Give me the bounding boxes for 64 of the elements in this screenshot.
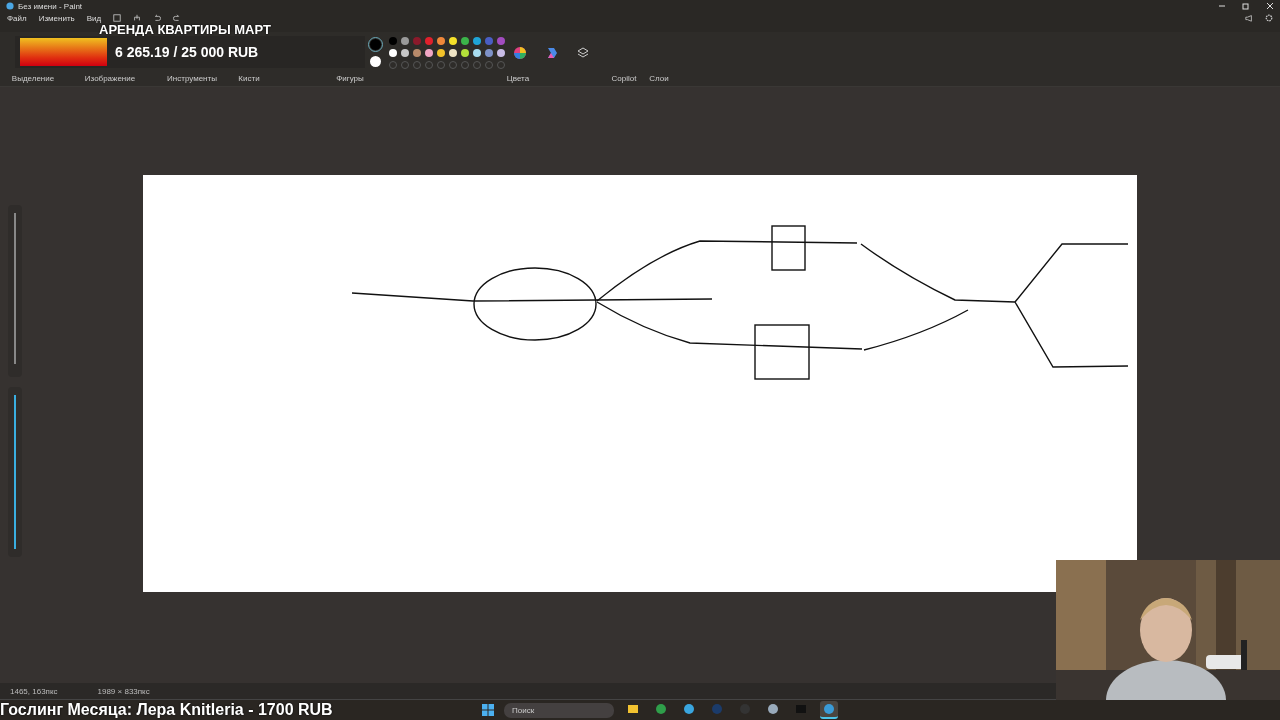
round-app-icon <box>823 703 835 715</box>
color-swatch[interactable] <box>425 37 433 45</box>
zoom-slider[interactable] <box>8 205 22 377</box>
window-title: Без имени - Paint <box>18 1 83 11</box>
canvas-size: 1989 × 833пкс <box>97 686 150 696</box>
round-app-icon <box>683 703 695 715</box>
megaphone-icon[interactable] <box>1245 14 1253 22</box>
ribbon-group-label: Copilot <box>610 74 638 85</box>
restore-icon[interactable] <box>1242 2 1250 10</box>
color-swatch[interactable] <box>497 49 505 57</box>
color-swatch[interactable] <box>473 49 481 57</box>
copilot-icon[interactable] <box>545 46 559 60</box>
color-swatch[interactable] <box>461 49 469 57</box>
round-app-icon <box>767 703 779 715</box>
color-swatch[interactable] <box>413 49 421 57</box>
color-swatch[interactable] <box>425 49 433 57</box>
ribbon-group-label: Кисти <box>237 74 261 85</box>
share-icon[interactable] <box>133 14 142 22</box>
ticker-text: Гослинг Месяца: Лера Knitleria - 1700 RUB <box>0 701 333 719</box>
ribbon-group-label: Инструменты <box>166 74 218 85</box>
color-swatch[interactable] <box>389 49 397 57</box>
color-wheel-icon[interactable] <box>513 46 527 60</box>
start-icon[interactable] <box>482 704 494 716</box>
taskbar-app[interactable] <box>820 701 838 719</box>
ribbon-group-label: Выделение <box>10 74 56 85</box>
color-swatch[interactable] <box>449 49 457 57</box>
round-app-icon <box>711 703 723 715</box>
active-color-swatch[interactable] <box>370 56 381 67</box>
color-swatch[interactable] <box>437 37 445 45</box>
color-swatch[interactable] <box>449 37 457 45</box>
color-swatch[interactable] <box>389 37 397 45</box>
folder-icon <box>627 703 639 715</box>
color-swatch[interactable] <box>401 49 409 57</box>
round-app-icon <box>655 703 667 715</box>
menu-item[interactable]: Вид <box>86 14 102 23</box>
ribbon-group-label: Слои <box>648 74 670 85</box>
color-swatch[interactable] <box>485 49 493 57</box>
zoom-slider[interactable] <box>8 387 22 557</box>
ribbon-group-label: Цвета <box>505 74 531 85</box>
save-icon[interactable] <box>113 14 122 22</box>
menu-item[interactable]: Файл <box>7 14 27 23</box>
cursor-position: 1465, 163пкс <box>10 686 58 696</box>
paint-app-icon <box>6 2 14 10</box>
color-swatch[interactable] <box>413 37 421 45</box>
ribbon-group-label: Фигуры <box>335 74 365 85</box>
color-swatch[interactable] <box>401 37 409 45</box>
color-swatch[interactable] <box>497 37 505 45</box>
color-swatch[interactable] <box>473 37 481 45</box>
color-swatch[interactable] <box>485 37 493 45</box>
menu-item[interactable]: Изменить <box>38 14 75 23</box>
settings-icon[interactable] <box>1265 14 1273 22</box>
redo-icon[interactable] <box>173 14 182 22</box>
layers-icon[interactable] <box>577 47 589 59</box>
color-swatch[interactable] <box>461 37 469 45</box>
ribbon-group-label: Изображение <box>83 74 137 85</box>
close-icon[interactable] <box>1266 2 1274 10</box>
active-color-swatch[interactable] <box>370 39 381 50</box>
search-field[interactable]: Поиск <box>504 702 614 718</box>
goal-amount: 6 265.19 / 25 000 RUB <box>115 44 259 60</box>
square-app-icon <box>795 703 807 715</box>
goal-title: АРЕНДА КВАРТИРЫ МАРТ <box>99 23 272 36</box>
minimize-icon[interactable] <box>1218 2 1226 10</box>
color-swatch[interactable] <box>437 49 445 57</box>
undo-icon[interactable] <box>153 14 162 22</box>
